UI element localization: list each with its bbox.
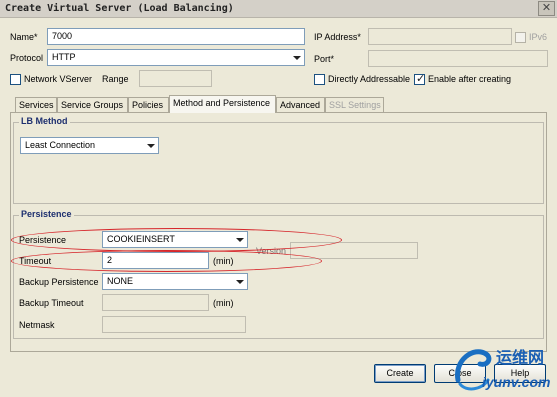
enable-after-creating-label: Enable after creating	[428, 74, 512, 84]
port-input[interactable]	[368, 50, 548, 67]
chevron-down-icon	[293, 56, 301, 60]
name-label: Name*	[10, 32, 38, 42]
lb-method-select[interactable]: Least Connection	[20, 137, 159, 154]
name-input[interactable]: 7000	[47, 28, 305, 45]
protocol-label: Protocol	[10, 53, 44, 63]
directly-addressable-label: Directly Addressable	[328, 74, 411, 84]
tab-ssl-settings[interactable]: SSL Settings	[325, 97, 384, 112]
watermark-cn-text: 运维网	[496, 348, 545, 367]
netmask-label: Netmask	[19, 320, 55, 330]
tab-method-and-persistence[interactable]: Method and Persistence	[169, 95, 276, 113]
tab-policies[interactable]: Policies	[128, 97, 169, 112]
ipv6-label: IPv6	[529, 32, 548, 42]
backup-persistence-label: Backup Persistence	[19, 277, 99, 287]
ip-address-label: IP Address*	[314, 32, 361, 42]
backup-persistence-select[interactable]: NONE	[102, 273, 248, 290]
netmask-input[interactable]	[102, 316, 246, 333]
chevron-down-icon	[236, 280, 244, 284]
highlight-ellipse-persistence	[11, 228, 342, 252]
watermark-logo: 运维网 iyunv.com	[452, 340, 557, 397]
persistence-group-title: Persistence	[19, 209, 74, 219]
checkmark-icon: ✓	[416, 73, 426, 85]
backup-timeout-label: Backup Timeout	[19, 298, 84, 308]
lb-method-group: LB Method	[13, 116, 544, 204]
chevron-down-icon	[147, 144, 155, 148]
range-label: Range	[102, 74, 129, 84]
port-label: Port*	[314, 54, 335, 64]
ip-address-input[interactable]	[368, 28, 512, 45]
enable-after-creating-checkbox[interactable]: ✓	[414, 73, 426, 85]
directly-addressable-checkbox[interactable]	[314, 74, 325, 85]
highlight-ellipse-timeout	[11, 250, 322, 272]
close-window-icon[interactable]: ✕	[538, 1, 555, 16]
tab-services[interactable]: Services	[15, 97, 57, 112]
network-vserver-checkbox[interactable]	[10, 74, 21, 85]
create-button[interactable]: Create	[374, 364, 426, 383]
tab-advanced[interactable]: Advanced	[276, 97, 325, 112]
backup-timeout-input[interactable]	[102, 294, 209, 311]
watermark-url-text: iyunv.com	[482, 374, 551, 390]
title-bar: Create Virtual Server (Load Balancing) ✕	[0, 0, 557, 18]
ipv6-checkbox[interactable]	[515, 32, 526, 43]
backup-timeout-unit-label: (min)	[213, 298, 234, 308]
protocol-select[interactable]: HTTP	[47, 49, 305, 66]
network-vserver-label: Network VServer	[24, 74, 93, 84]
lb-method-group-title: LB Method	[19, 116, 70, 126]
tab-service-groups[interactable]: Service Groups	[57, 97, 128, 112]
window-title: Create Virtual Server (Load Balancing)	[5, 3, 234, 14]
range-input[interactable]	[139, 70, 212, 87]
